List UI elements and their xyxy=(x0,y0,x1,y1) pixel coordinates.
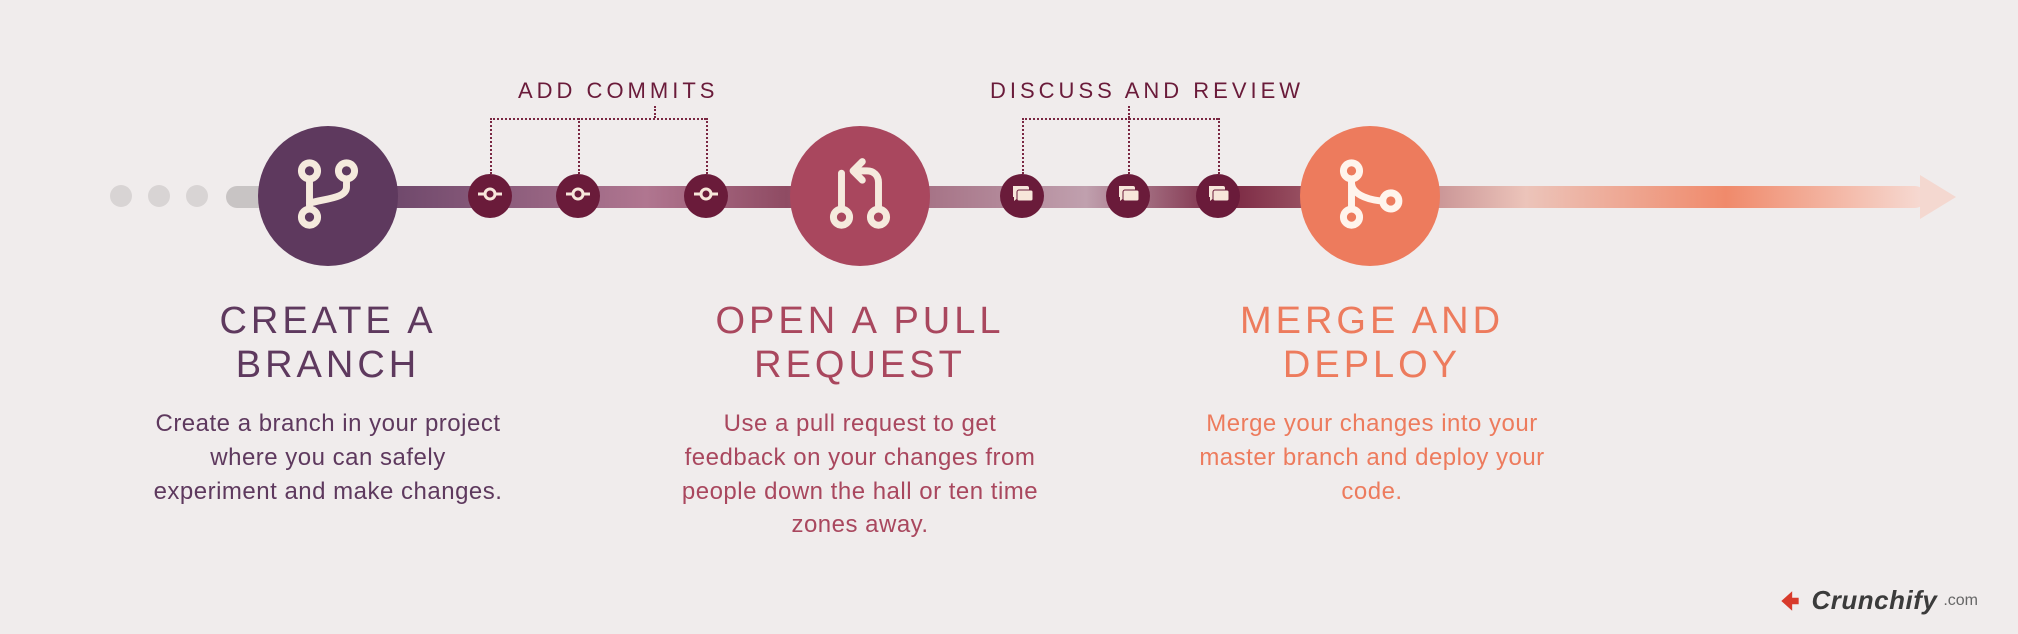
commit-icon xyxy=(694,182,718,211)
commit-icon xyxy=(478,182,502,211)
pull-request-node xyxy=(790,126,930,266)
branch-icon xyxy=(291,157,365,236)
create-branch-node xyxy=(258,126,398,266)
commit-node xyxy=(684,174,728,218)
step-merge-deploy: MERGE AND DEPLOY Merge your changes into… xyxy=(1192,300,1552,508)
commit-icon xyxy=(566,182,590,211)
comment-icon xyxy=(1116,182,1140,211)
connector-drop xyxy=(1128,106,1130,118)
step-open-pr: OPEN A PULL REQUEST Use a pull request t… xyxy=(680,300,1040,542)
merge-deploy-node xyxy=(1300,126,1440,266)
ellipsis-dot xyxy=(148,185,170,207)
step-title: MERGE AND DEPLOY xyxy=(1192,300,1552,387)
merge-icon xyxy=(1333,157,1407,236)
timeline-arrowhead xyxy=(1920,175,1956,219)
step-body: Use a pull request to get feedback on yo… xyxy=(680,407,1040,541)
comment-icon xyxy=(1010,182,1034,211)
watermark-brand: Crunchify xyxy=(1811,585,1937,616)
review-node xyxy=(1196,174,1240,218)
step-body: Create a branch in your project where yo… xyxy=(148,407,508,508)
review-node xyxy=(1000,174,1044,218)
crunchify-logo-icon xyxy=(1777,588,1803,614)
commit-node xyxy=(556,174,600,218)
connector-line xyxy=(1022,118,1218,120)
ellipsis-dot xyxy=(110,185,132,207)
connector-drop xyxy=(654,106,656,118)
step-create-branch: CREATE A BRANCH Create a branch in your … xyxy=(148,300,508,508)
commit-node xyxy=(468,174,512,218)
connector-drop xyxy=(1022,118,1024,174)
connector-drop xyxy=(578,118,580,174)
step-body: Merge your changes into your master bran… xyxy=(1192,407,1552,508)
watermark-tld: .com xyxy=(1943,592,1978,610)
connector-line xyxy=(490,118,706,120)
ellipsis-dot xyxy=(186,185,208,207)
review-node xyxy=(1106,174,1150,218)
connector-drop xyxy=(1218,118,1220,174)
connector-drop xyxy=(1128,118,1130,174)
connector-drop xyxy=(490,118,492,174)
pull-request-icon xyxy=(823,157,897,236)
discuss-review-label: DISCUSS AND REVIEW xyxy=(990,78,1304,104)
connector-drop xyxy=(706,118,708,174)
git-flow-diagram: ADD COMMITS DISCUSS AND REV xyxy=(0,0,2018,634)
add-commits-label: ADD COMMITS xyxy=(518,78,718,104)
watermark: Crunchify .com xyxy=(1777,585,1978,616)
step-title: CREATE A BRANCH xyxy=(148,300,508,387)
step-title: OPEN A PULL REQUEST xyxy=(680,300,1040,387)
comment-icon xyxy=(1206,182,1230,211)
